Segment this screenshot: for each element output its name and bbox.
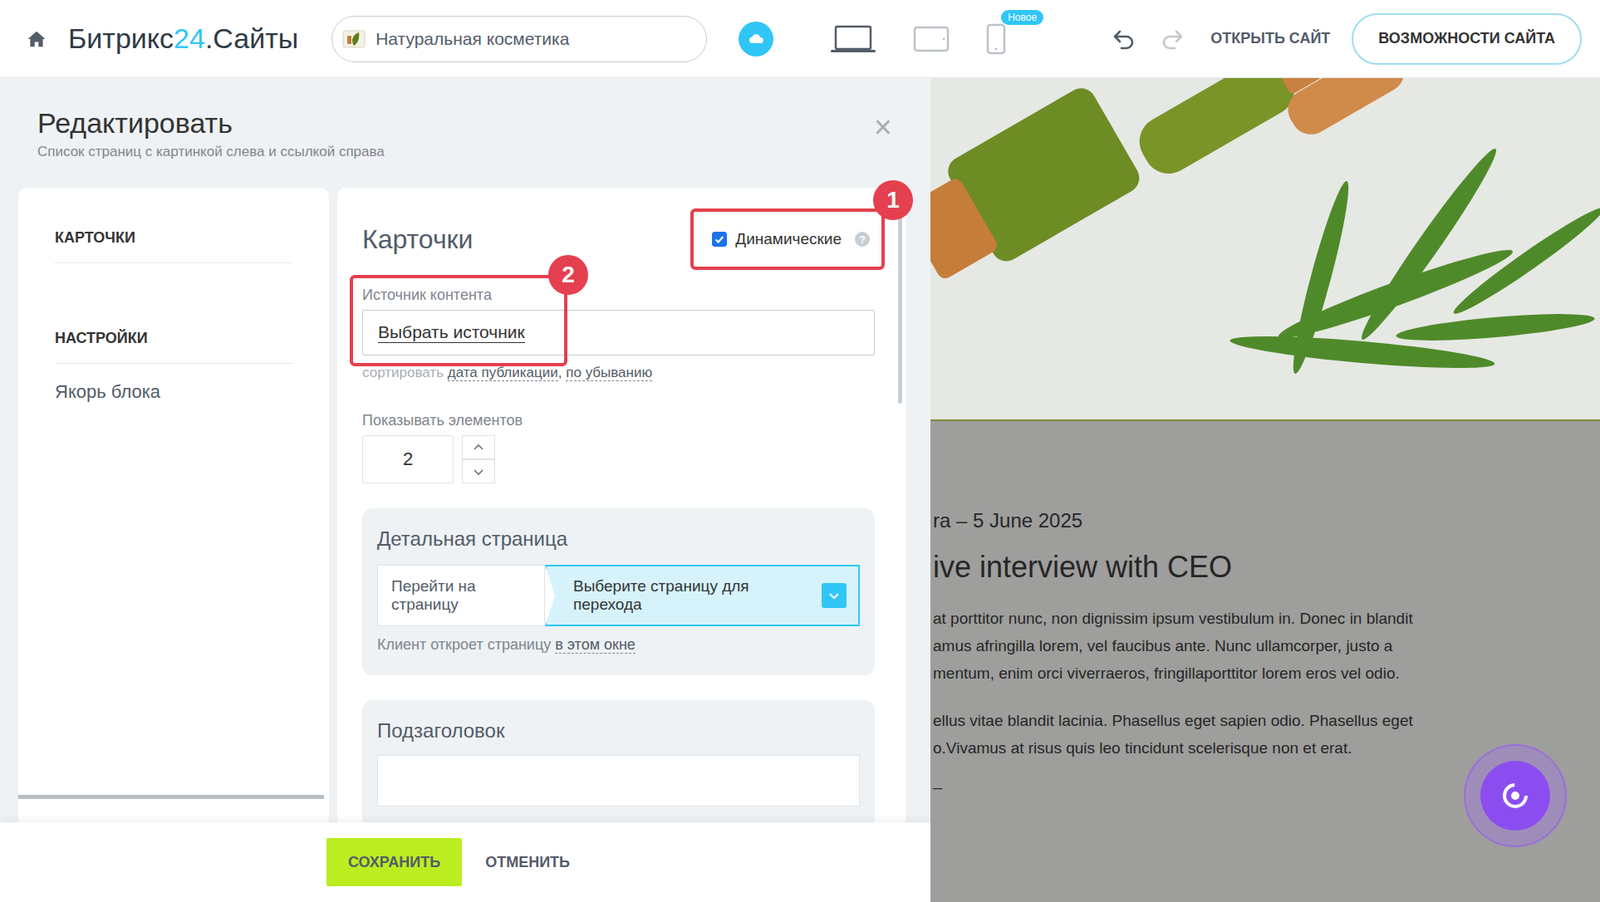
site-features-button[interactable]: ВОЗМОЖНОСТИ САЙТА <box>1351 13 1582 65</box>
site-name: Натуральная косметика <box>375 29 570 50</box>
tablet-device[interactable] <box>912 24 950 54</box>
close-button[interactable]: × <box>873 111 893 143</box>
open-site-link[interactable]: ОТКРЫТЬ САЙТ <box>1210 29 1331 48</box>
panel-subtitle: Список страниц с картинкой слева и ссылк… <box>37 142 894 162</box>
annotation-badge: 2 <box>548 255 589 295</box>
nav-item[interactable]: Якорь блока <box>54 380 329 404</box>
save-button[interactable]: СОХРАНИТЬ <box>326 838 462 887</box>
section-title: Детальная страница <box>377 526 860 552</box>
site-editor: Битрикс24.Сайты Натуральная косметика Ново… <box>0 0 1600 902</box>
panel-header: РедактироватьСписок страниц с картинкой … <box>0 78 931 162</box>
count-input[interactable]: 2 <box>362 435 454 484</box>
site-selector[interactable]: Натуральная косметика <box>331 15 707 63</box>
logo[interactable]: Битрикс24.Сайты <box>68 22 299 55</box>
article-title: ive interview with CEO <box>932 549 1600 585</box>
page-preview: ra – 5 June 2025 ive interview with CEO at… <box>930 78 1600 902</box>
desktop-device[interactable] <box>829 24 877 54</box>
undo-icon[interactable] <box>1110 25 1138 53</box>
dynamic-checkbox[interactable] <box>711 231 727 247</box>
dynamic-label: Динамические <box>735 230 842 249</box>
assistant-button[interactable] <box>1463 744 1567 848</box>
dropdown-icon[interactable] <box>821 583 847 609</box>
decrement-button[interactable] <box>461 459 496 484</box>
open-hint: Клиент откроет страницу в этом окне <box>377 636 860 654</box>
subheading-section: Подзаголовок <box>362 700 875 823</box>
logo-text: Битрикс <box>68 22 174 54</box>
logo-number: 24 <box>173 22 206 54</box>
mobile-device[interactable]: Новое <box>986 23 1007 55</box>
scrollbar[interactable] <box>898 212 903 404</box>
annotation-box: Динамические?1 <box>690 208 885 270</box>
detail-page-section: Детальная страница Перейти на страницуВыб… <box>362 508 875 676</box>
count-label: Показывать элементов <box>362 410 875 431</box>
source-label: Источник контента <box>362 284 875 305</box>
phone-icon <box>986 23 1007 55</box>
logo-suffix: .Сайты <box>205 22 299 54</box>
sort-settings: сортировать дата публикации, по убыванию <box>362 363 875 383</box>
cloud-icon[interactable] <box>738 21 774 57</box>
article-meta: ra – 5 June 2025 <box>932 508 1600 534</box>
sort-field[interactable]: дата публикации <box>447 364 559 382</box>
article-paragraph: at porttitor nunc, non dignissim ipsum v… <box>932 604 1600 688</box>
tablet-icon <box>912 24 950 54</box>
cancel-button[interactable]: ОТМЕНИТЬ <box>485 853 570 872</box>
assistant-icon <box>1498 779 1532 813</box>
panel-footer: СОХРАНИТЬ ОТМЕНИТЬ <box>0 822 931 902</box>
laptop-icon <box>829 24 877 54</box>
panel-title: Редактировать <box>37 106 894 140</box>
form-heading: Карточки <box>362 224 473 256</box>
redo-icon[interactable] <box>1158 25 1186 53</box>
link-target[interactable]: Выберите страницу для перехода <box>544 564 860 627</box>
form-card: Карточки Динамические?1 Источник контента В… <box>337 187 906 823</box>
new-badge: Новое <box>1001 9 1044 25</box>
source-field[interactable]: Выбрать источник <box>362 309 875 356</box>
nav-section: КАРТОЧКИ <box>54 227 293 264</box>
top-bar: Битрикс24.Сайты Натуральная косметика Ново… <box>0 0 1600 79</box>
section-title: Подзаголовок <box>377 718 860 744</box>
increment-button[interactable] <box>461 435 496 460</box>
home-icon[interactable] <box>24 27 49 51</box>
nav-card: КАРТОЧКИ НАСТРОЙКИ Якорь блока <box>18 187 329 823</box>
window-option[interactable]: в этом окне <box>554 636 636 654</box>
nav-section: НАСТРОЙКИ <box>54 328 293 364</box>
cosmetics-photo <box>930 78 1600 420</box>
annotation-badge: 1 <box>873 180 913 221</box>
subheading-field[interactable] <box>377 755 860 807</box>
device-switcher: Новое <box>829 23 1007 55</box>
help-icon[interactable]: ? <box>854 231 870 247</box>
link-action[interactable]: Перейти на страницу <box>377 564 545 627</box>
site-thumbnail-icon <box>342 27 366 51</box>
annotation-box <box>349 274 568 367</box>
scrollbar[interactable] <box>18 795 324 800</box>
history-controls <box>1110 25 1186 53</box>
edit-panel: РедактироватьСписок страниц с картинкой … <box>0 78 931 902</box>
sort-order[interactable]: по убыванию <box>565 364 653 382</box>
